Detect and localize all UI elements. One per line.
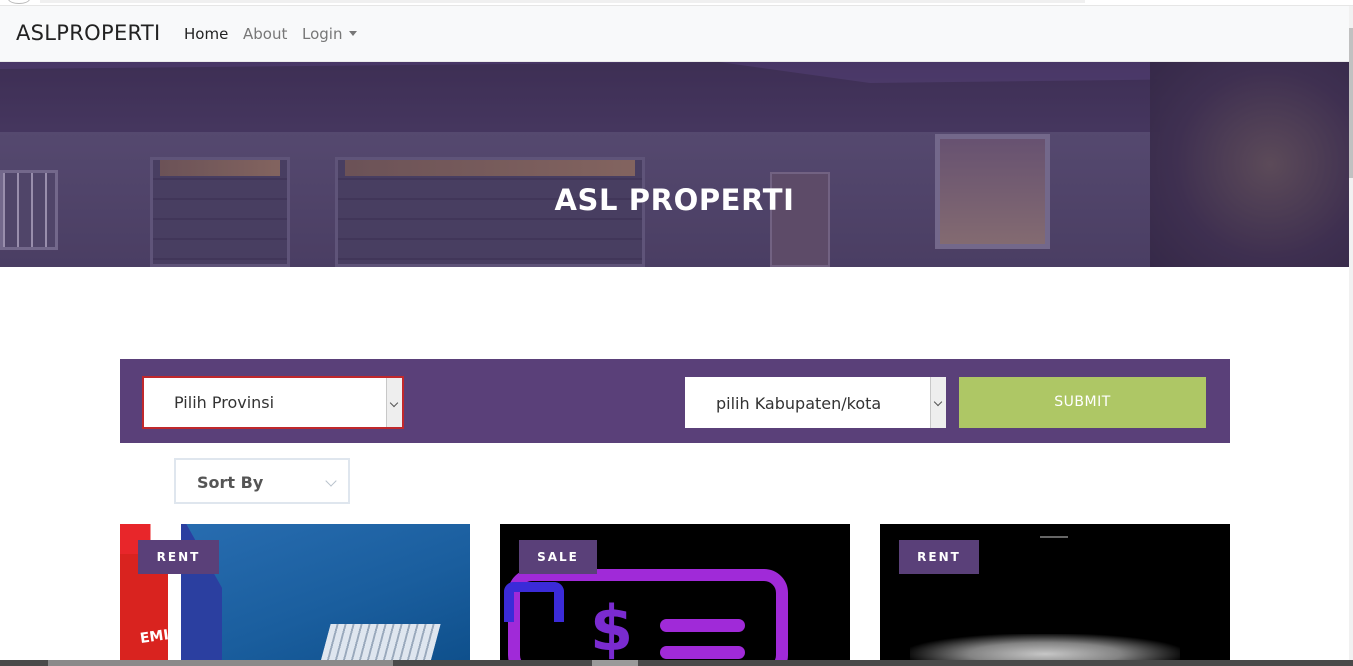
vertical-scrollbar[interactable] xyxy=(1349,6,1353,666)
hero-title: ASL PROPERTI xyxy=(554,183,795,217)
property-image-bar xyxy=(660,619,745,632)
dollar-icon: $ xyxy=(590,592,634,665)
property-card[interactable]: RENT xyxy=(880,524,1230,666)
browser-bar-line xyxy=(40,0,1085,3)
nav-home-link[interactable]: Home xyxy=(184,25,228,43)
property-card[interactable]: $ SALE xyxy=(500,524,850,666)
horizontal-scrollbar[interactable] xyxy=(0,660,1353,666)
province-select[interactable]: Pilih Provinsi xyxy=(142,376,404,429)
navbar: ASLPROPERTI Home About Login xyxy=(0,6,1349,62)
submit-button[interactable]: SUBMIT xyxy=(959,377,1206,428)
property-image-dash xyxy=(1040,536,1068,538)
brand-logo[interactable]: ASLPROPERTI xyxy=(16,21,161,45)
property-image-frame-back xyxy=(504,582,564,622)
status-badge: SALE xyxy=(519,540,597,574)
province-select-arrow[interactable] xyxy=(386,378,402,427)
regency-select-arrow[interactable] xyxy=(930,377,946,428)
nav-login-dropdown[interactable]: Login xyxy=(302,25,358,43)
province-select-value: Pilih Provinsi xyxy=(174,393,275,412)
regency-select[interactable]: pilih Kabupaten/kota xyxy=(685,377,946,428)
property-image-bar xyxy=(660,646,745,659)
property-card[interactable]: EMI RENT xyxy=(120,524,470,666)
horizontal-scrollbar-thumb[interactable] xyxy=(48,660,393,666)
regency-select-value: pilih Kabupaten/kota xyxy=(716,394,882,413)
status-badge: RENT xyxy=(138,540,219,574)
status-badge: RENT xyxy=(899,540,979,574)
chevron-down-icon xyxy=(389,398,399,408)
vertical-scrollbar-thumb[interactable] xyxy=(1349,28,1353,178)
horizontal-scrollbar-segment xyxy=(592,660,638,666)
browser-icon-stub xyxy=(8,0,30,4)
chevron-down-icon xyxy=(325,475,337,487)
hero-banner: ASL PROPERTI xyxy=(0,62,1349,267)
search-bar: Pilih Provinsi pilih Kabupaten/kota SUBM… xyxy=(120,359,1230,443)
caret-down-icon xyxy=(349,31,358,36)
nav-about-link[interactable]: About xyxy=(243,25,287,43)
nav-login-label: Login xyxy=(302,25,343,43)
sort-by-select[interactable]: Sort By xyxy=(174,458,350,504)
hero-overlay xyxy=(0,62,1349,267)
sort-by-label: Sort By xyxy=(197,473,264,492)
chevron-down-icon xyxy=(933,397,943,407)
